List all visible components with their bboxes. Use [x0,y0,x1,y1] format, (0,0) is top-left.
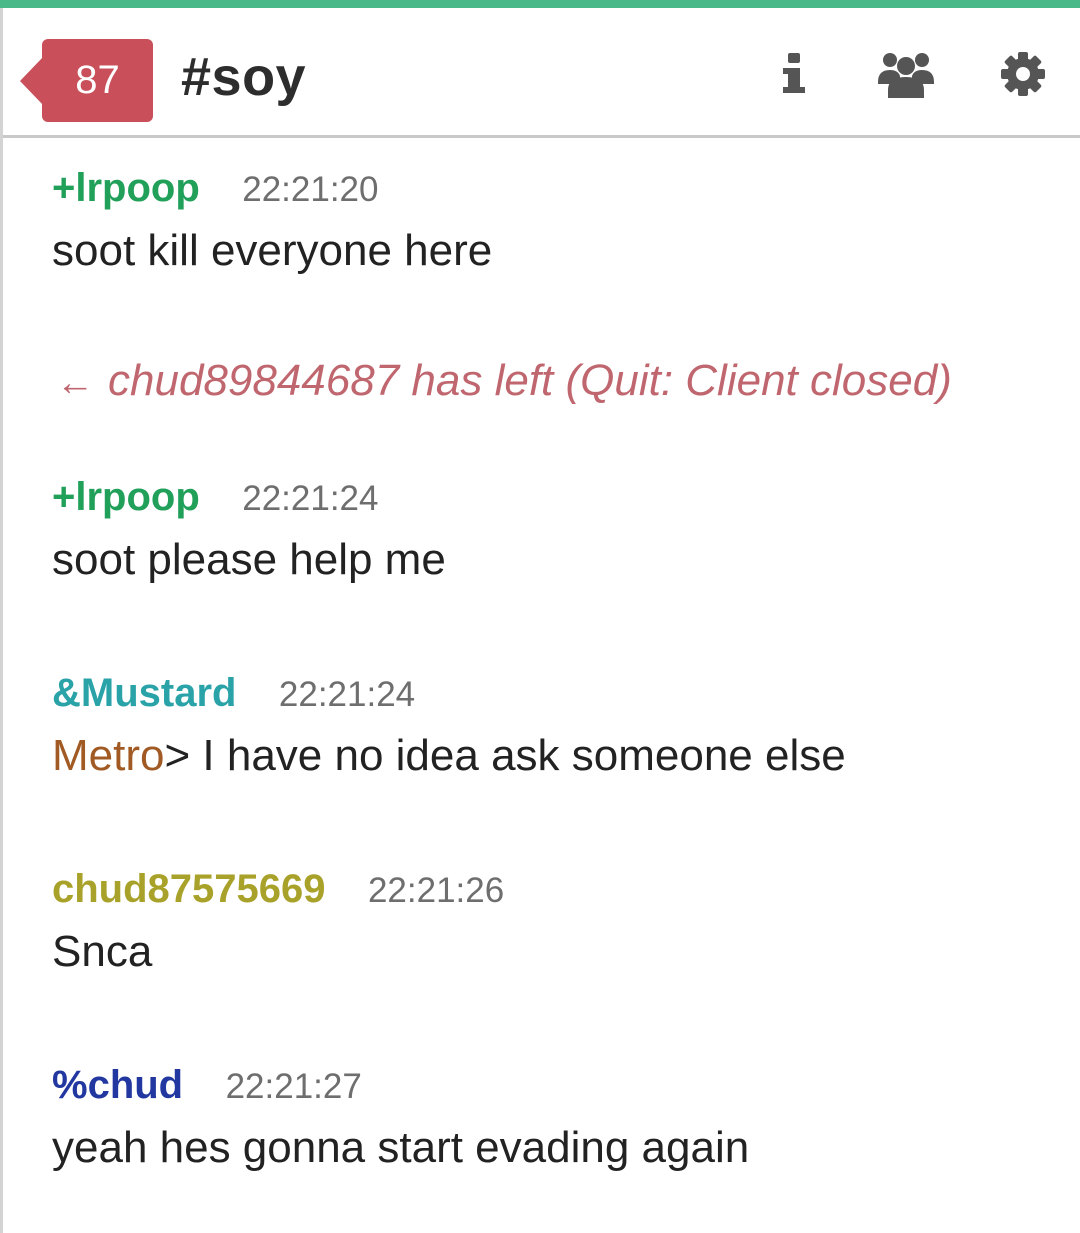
info-icon [783,53,805,95]
message-body: > I have no idea ask someone else [164,731,846,780]
channel-title: #soy [181,47,307,107]
left-arrow-icon: ← [56,362,94,404]
message-nick[interactable]: chud87575669 [52,867,326,911]
gear-icon [1001,52,1045,96]
channel-header: 87 #soy [0,8,1080,138]
message-item: +lrpoop 22:21:24 soot please help me [52,475,446,585]
message-time: 22:21:20 [242,170,379,209]
message-item: chud87575669 22:21:26 Snca [52,867,504,977]
users-icon [878,50,934,98]
message-time: 22:21:26 [367,871,505,910]
message-text: Metro> I have no idea ask someone else [52,731,846,781]
top-accent-bar [0,0,1080,8]
quit-event-text: chud89844687 has left (Quit: Client clos… [108,356,952,405]
message-nick[interactable]: +lrpoop [52,475,200,519]
message-item: &Mustard 22:21:24 Metro> I have no idea … [52,671,846,781]
message-item: %chud 22:21:27 yeah hes gonna start evad… [52,1063,749,1173]
quit-event: ← chud89844687 has left (Quit: Client clo… [56,356,952,406]
mentioned-user[interactable]: Metro [52,731,164,780]
message-nick[interactable]: &Mustard [52,671,236,715]
channel-info-button[interactable] [764,44,824,104]
message-time: 22:21:24 [278,675,416,714]
message-text: soot kill everyone here [52,226,493,275]
user-list-button[interactable] [876,44,936,104]
unread-count-badge[interactable]: 87 [20,39,153,122]
message-text: Snca [52,927,153,976]
message-time: 22:21:24 [242,479,379,518]
unread-count: 87 [75,58,120,102]
message-text: soot please help me [52,535,446,584]
message-nick[interactable]: %chud [52,1063,183,1107]
channel-settings-button[interactable] [993,44,1053,104]
message-text: yeah hes gonna start evading again [52,1123,750,1172]
message-list: +lrpoop 22:21:20 soot kill everyone here… [0,138,1080,1233]
message-time: 22:21:27 [225,1067,362,1106]
message-nick[interactable]: +lrpoop [52,166,200,210]
message-item: +lrpoop 22:21:20 soot kill everyone here [52,166,492,276]
